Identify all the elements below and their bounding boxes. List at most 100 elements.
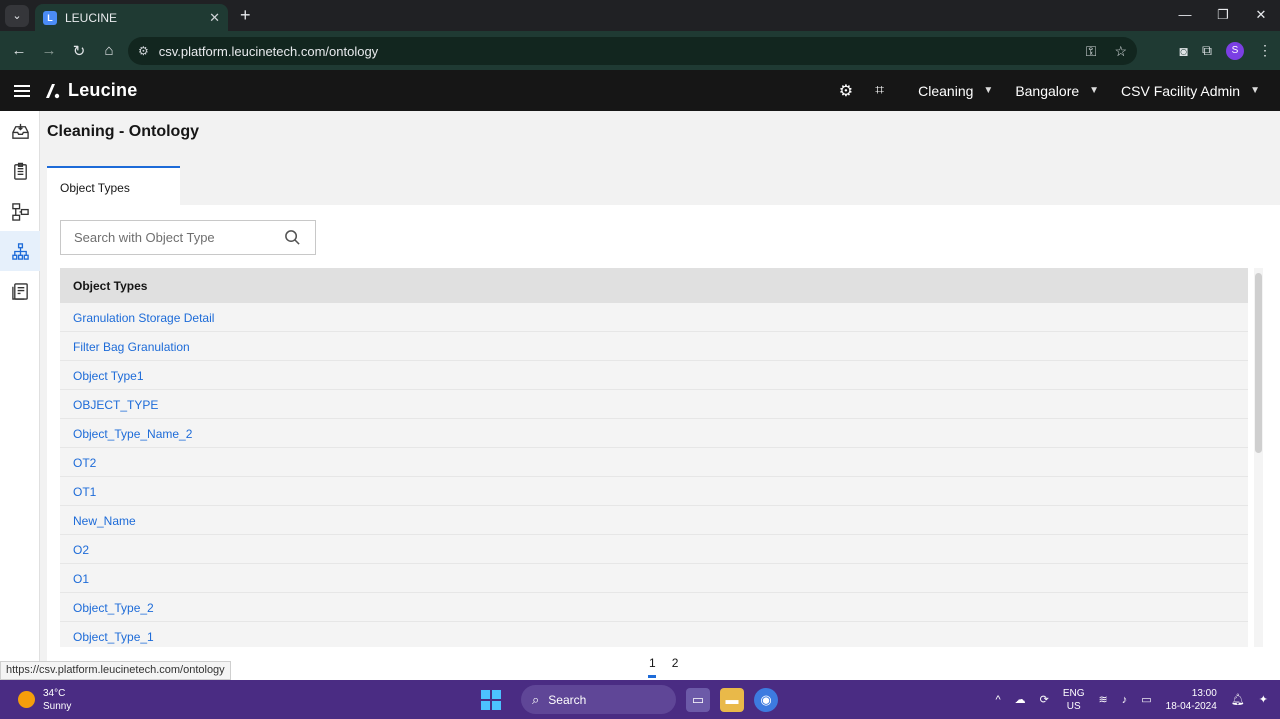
password-key-icon[interactable]: ⚿ — [1086, 43, 1097, 60]
search-input[interactable] — [74, 230, 274, 245]
sidebar-item-process[interactable] — [0, 191, 40, 231]
close-tab-icon[interactable]: ✕ — [209, 10, 220, 26]
use-case-dropdown[interactable]: Cleaning ▼ — [918, 83, 993, 99]
language-code: ENG — [1062, 687, 1085, 699]
bookmark-star-icon[interactable]: ☆ — [1114, 43, 1127, 60]
table-row[interactable]: Object Type1 — [60, 361, 1248, 390]
tab-object-types[interactable]: Object Types — [47, 166, 180, 205]
language-indicator[interactable]: ENG US — [1063, 687, 1085, 713]
onedrive-cloud-icon[interactable]: ☁ — [1015, 693, 1026, 706]
volume-icon[interactable]: ♪ — [1122, 694, 1128, 706]
main-content: Cleaning - Ontology Object Types Object … — [40, 111, 1280, 680]
new-tab-icon[interactable]: + — [240, 5, 251, 26]
sun-icon — [18, 691, 35, 708]
sidebar-item-reports[interactable] — [0, 271, 40, 311]
window-controls: — ❐ ✕ — [1166, 0, 1280, 31]
table-row[interactable]: Granulation Storage Detail — [60, 303, 1248, 332]
table-row[interactable]: OT1 — [60, 477, 1248, 506]
table-header: Object Types — [60, 268, 1248, 303]
camera-icon[interactable]: ◙ — [1180, 43, 1188, 59]
task-view-icon[interactable]: ▭ — [686, 687, 710, 712]
search-icon: ⌕ — [532, 691, 540, 707]
forward-icon[interactable]: → — [34, 42, 64, 59]
tab-search-chevron-icon[interactable]: ⌄ — [5, 4, 29, 27]
table-row[interactable]: OBJECT_TYPE — [60, 390, 1248, 419]
page-2-button[interactable]: 2 — [672, 656, 679, 670]
facility-dropdown[interactable]: Bangalore ▼ — [1015, 83, 1099, 99]
page-1-button[interactable]: 1 — [648, 656, 656, 678]
show-hidden-icons-chevron-icon[interactable]: ^ — [995, 694, 1000, 706]
sidebar-item-ontology[interactable] — [0, 231, 40, 271]
left-sidebar — [0, 111, 40, 680]
ontology-icon — [11, 242, 29, 260]
temperature: 34°C — [43, 687, 66, 699]
battery-icon[interactable]: ▭ — [1141, 693, 1151, 706]
clock[interactable]: 13:00 18-04-2024 — [1166, 687, 1217, 713]
leucine-favicon-icon: L — [43, 10, 57, 25]
wifi-icon[interactable]: ≋ — [1099, 693, 1108, 706]
table-row[interactable]: Object_Type_2 — [60, 593, 1248, 622]
inbox-icon — [11, 123, 29, 139]
restore-icon[interactable]: ❐ — [1204, 0, 1242, 31]
site-info-icon[interactable]: ⚙ — [138, 44, 149, 58]
scan-icon[interactable]: ⌗ — [875, 82, 884, 100]
table-row[interactable]: Object_Type_Name_2 — [60, 419, 1248, 448]
extensions-icon[interactable]: ⧉ — [1202, 42, 1212, 59]
minimize-icon[interactable]: — — [1166, 0, 1204, 31]
browser-tab-title: LEUCINE — [65, 10, 118, 25]
address-bar[interactable]: ⚙ csv.platform.leucinetech.com/ontology … — [128, 37, 1137, 65]
system-tray: ^ ☁ ⟳ ENG US ≋ ♪ ▭ 13:00 18-04-2024 🔔︎ ✦ — [995, 680, 1280, 719]
windows-start-icon[interactable] — [481, 689, 501, 710]
logo-text: Leucine — [68, 80, 138, 100]
search-icon[interactable] — [284, 229, 301, 246]
sync-icon[interactable]: ⟳ — [1040, 693, 1049, 706]
browser-menu-icon[interactable]: ⋮ — [1258, 42, 1272, 59]
status-bar-url: https://csv.platform.leucinetech.com/ont… — [0, 661, 231, 680]
close-window-icon[interactable]: ✕ — [1242, 0, 1280, 31]
weather-widget[interactable]: 34°C Sunny — [18, 687, 71, 713]
table-scrollbar[interactable] — [1254, 268, 1263, 647]
leucine-logo[interactable]: Leucine — [43, 80, 137, 101]
chevron-down-icon: ▼ — [983, 85, 994, 96]
copilot-icon[interactable]: ✦ — [1259, 693, 1268, 706]
home-icon[interactable]: ⌂ — [94, 42, 124, 59]
weather-condition: Sunny — [43, 700, 72, 712]
address-url: csv.platform.leucinetech.com/ontology — [158, 43, 379, 59]
pagination: 1 2 — [648, 656, 679, 678]
keyboard-layout: US — [1066, 700, 1081, 712]
object-types-panel: Object Types Granulation Storage Detail … — [47, 205, 1280, 680]
table-row[interactable]: Filter Bag Granulation — [60, 332, 1248, 361]
reports-icon — [11, 282, 28, 300]
browser-toolbar: ← → ↻ ⌂ ⚙ csv.platform.leucinetech.com/o… — [0, 31, 1280, 70]
app-header: Leucine ⚙ ⌗ Cleaning ▼ Bangalore ▼ CSV F… — [0, 70, 1280, 111]
facility-label: Bangalore — [1015, 82, 1080, 99]
user-dropdown[interactable]: CSV Facility Admin ▼ — [1121, 83, 1260, 99]
table-row[interactable]: O2 — [60, 535, 1248, 564]
file-explorer-icon[interactable]: ▬ — [720, 687, 744, 712]
table-row[interactable]: New_Name — [60, 506, 1248, 535]
scrollbar-thumb[interactable] — [1255, 273, 1262, 453]
taskbar-search[interactable]: ⌕ Search — [521, 685, 676, 714]
back-icon[interactable]: ← — [4, 42, 34, 59]
user-label: CSV Facility Admin — [1121, 82, 1241, 99]
table-row[interactable]: Object_Type_1 — [60, 622, 1248, 647]
browser-tab[interactable]: L LEUCINE ✕ — [35, 4, 228, 31]
settings-gear-icon[interactable]: ⚙ — [839, 81, 853, 101]
taskbar-search-label: Search — [548, 692, 587, 707]
checklist-icon — [13, 162, 27, 180]
page-title: Cleaning - Ontology — [47, 123, 199, 140]
table-row[interactable]: OT2 — [60, 448, 1248, 477]
sidebar-item-checklists[interactable] — [0, 151, 40, 191]
reload-icon[interactable]: ↻ — [64, 42, 94, 60]
leucine-logo-icon — [46, 83, 60, 98]
windows-taskbar: 34°C Sunny ⌕ Search ▭ ▬ ◉ ^ ☁ ⟳ ENG US ≋… — [0, 680, 1280, 719]
hamburger-menu-icon[interactable] — [14, 82, 30, 100]
object-types-table: Object Types Granulation Storage Detail … — [60, 268, 1248, 647]
ontology-tabs: Object Types — [47, 166, 180, 205]
profile-avatar[interactable]: S — [1226, 41, 1244, 60]
use-case-label: Cleaning — [918, 82, 974, 99]
notification-bell-icon[interactable]: 🔔︎ — [1231, 693, 1245, 706]
sidebar-item-inbox[interactable] — [0, 111, 40, 151]
chrome-icon[interactable]: ◉ — [754, 687, 778, 712]
table-row[interactable]: O1 — [60, 564, 1248, 593]
